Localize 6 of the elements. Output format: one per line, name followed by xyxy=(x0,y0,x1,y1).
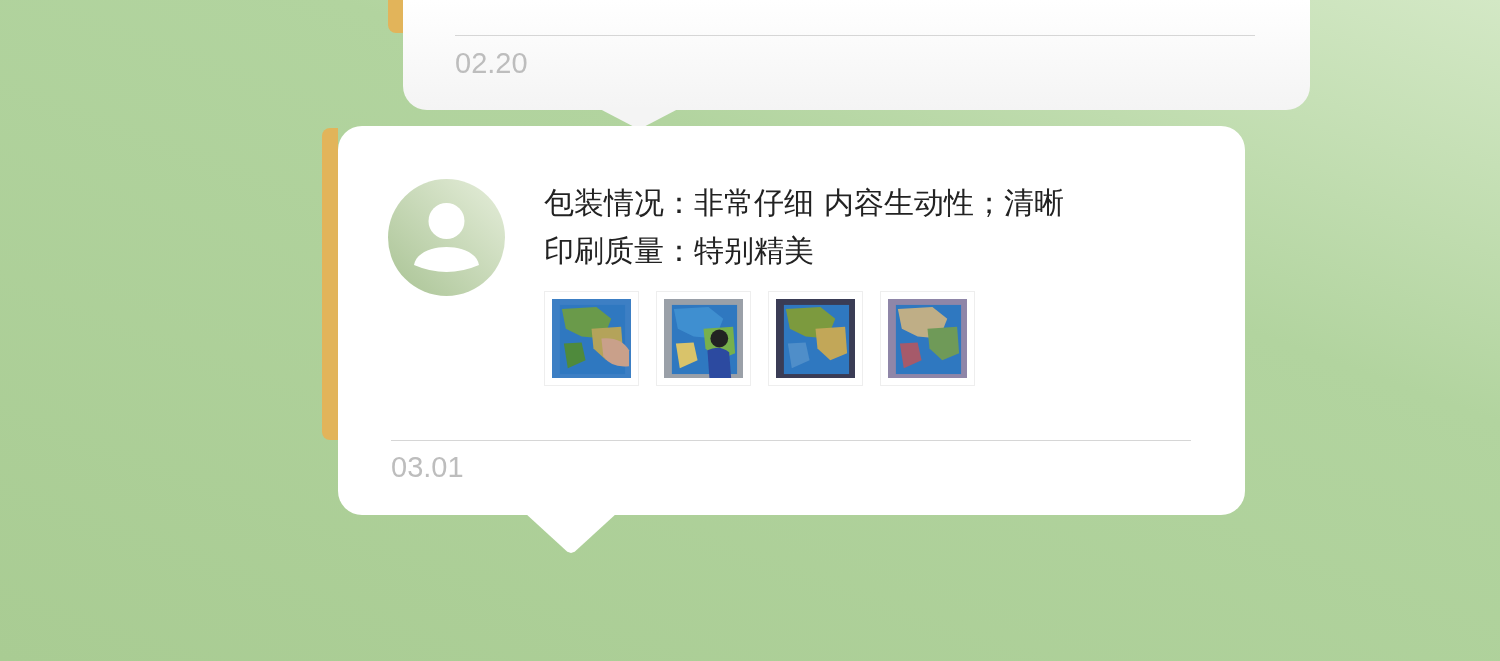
comment-date: 03.01 xyxy=(391,450,465,485)
comment-date: 02.20 xyxy=(455,46,529,81)
comment-text: 印刷质量：特别精美 xyxy=(544,232,815,270)
comment-text: 包装情况：非常仔细 内容生动性；清晰 xyxy=(544,184,1064,222)
accent-strip xyxy=(388,0,403,33)
avatar-icon xyxy=(388,179,505,296)
